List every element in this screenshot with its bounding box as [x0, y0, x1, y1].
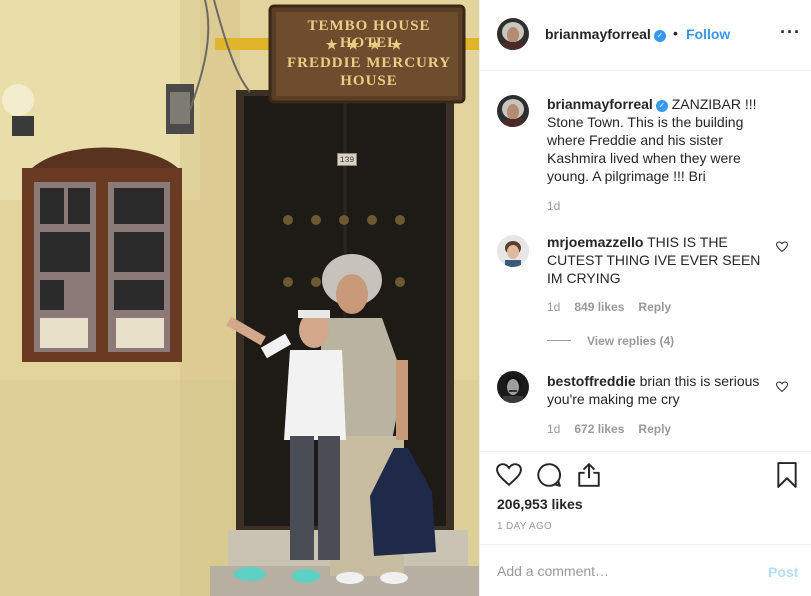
comment-likes[interactable]: 849 likes: [574, 300, 624, 314]
replies-rule: [547, 340, 571, 341]
caption-username[interactable]: brianmayforreal ✓: [547, 96, 668, 112]
follow-button[interactable]: Follow: [686, 26, 730, 42]
commenter-avatar[interactable]: [497, 235, 529, 267]
comment-meta: 1d 849 likes Reply: [547, 300, 671, 314]
author-avatar[interactable]: [497, 18, 529, 50]
comment-text-block: bestoffreddie brian this is serious you'…: [547, 372, 769, 408]
comment-meta: 1d 672 likes Reply: [547, 422, 671, 436]
caption-text-block: brianmayforreal ✓ ZANZIBAR !!! Stone Town…: [547, 95, 769, 185]
caption-avatar[interactable]: [497, 95, 529, 127]
header-separator: •: [673, 25, 678, 41]
reply-button[interactable]: Reply: [638, 422, 671, 436]
commenter-username[interactable]: mrjoemazzello: [547, 234, 643, 250]
view-replies-button[interactable]: View replies (4): [547, 334, 674, 348]
comment-likes[interactable]: 672 likes: [574, 422, 624, 436]
verified-badge-icon: ✓: [653, 30, 666, 42]
view-replies-label: View replies (4): [587, 334, 675, 348]
post-header: brianmayforreal ✓ • Follow ···: [480, 0, 811, 71]
more-options-icon[interactable]: ···: [780, 22, 801, 43]
likes-count[interactable]: 206,953 likes: [497, 496, 583, 512]
comment-text-block: mrjoemazzello THIS IS THE CUTEST THING I…: [547, 233, 769, 287]
add-comment-bar: Post: [480, 544, 811, 596]
comment-time[interactable]: 1d: [547, 422, 560, 436]
post-sidebar: brianmayforreal ✓ • Follow ··· brianmayfo…: [479, 0, 811, 596]
hotel-sign-line3: HOUSE: [340, 73, 398, 89]
hotel-sign-line2: FREDDIE MERCURY: [286, 55, 452, 71]
like-comment-heart-icon[interactable]: [776, 241, 788, 253]
like-comment-heart-icon[interactable]: [776, 381, 788, 393]
commenter-avatar[interactable]: [497, 371, 529, 403]
post-actions: 206,953 likes 1 DAY AGO: [480, 451, 811, 544]
hotel-sign-stars: ★★★★: [325, 37, 413, 52]
door-number-plate: 139: [337, 153, 357, 166]
reply-button[interactable]: Reply: [638, 300, 671, 314]
post-date[interactable]: 1 DAY AGO: [497, 521, 552, 532]
comment-time[interactable]: 1d: [547, 300, 560, 314]
comment-bubble-icon[interactable]: [536, 462, 562, 488]
caption-time[interactable]: 1d: [547, 199, 560, 213]
post-photo[interactable]: TEMBO HOUSE HOTEL ★★★★ FREDDIE MERCURY H…: [0, 0, 479, 596]
caption-username-text: brianmayforreal: [547, 96, 653, 112]
like-heart-icon[interactable]: [496, 462, 522, 488]
post-comment-button[interactable]: Post: [768, 564, 798, 580]
comment-input[interactable]: [497, 559, 737, 583]
author-username-text: brianmayforreal: [545, 26, 651, 42]
commenter-username[interactable]: bestoffreddie: [547, 373, 636, 389]
save-bookmark-icon[interactable]: [776, 462, 798, 488]
share-icon[interactable]: [576, 462, 602, 488]
verified-badge-icon: ✓: [655, 100, 668, 112]
author-username[interactable]: brianmayforreal ✓: [545, 26, 666, 42]
comments-section[interactable]: brianmayforreal ✓ ZANZIBAR !!! Stone Town…: [480, 71, 811, 451]
